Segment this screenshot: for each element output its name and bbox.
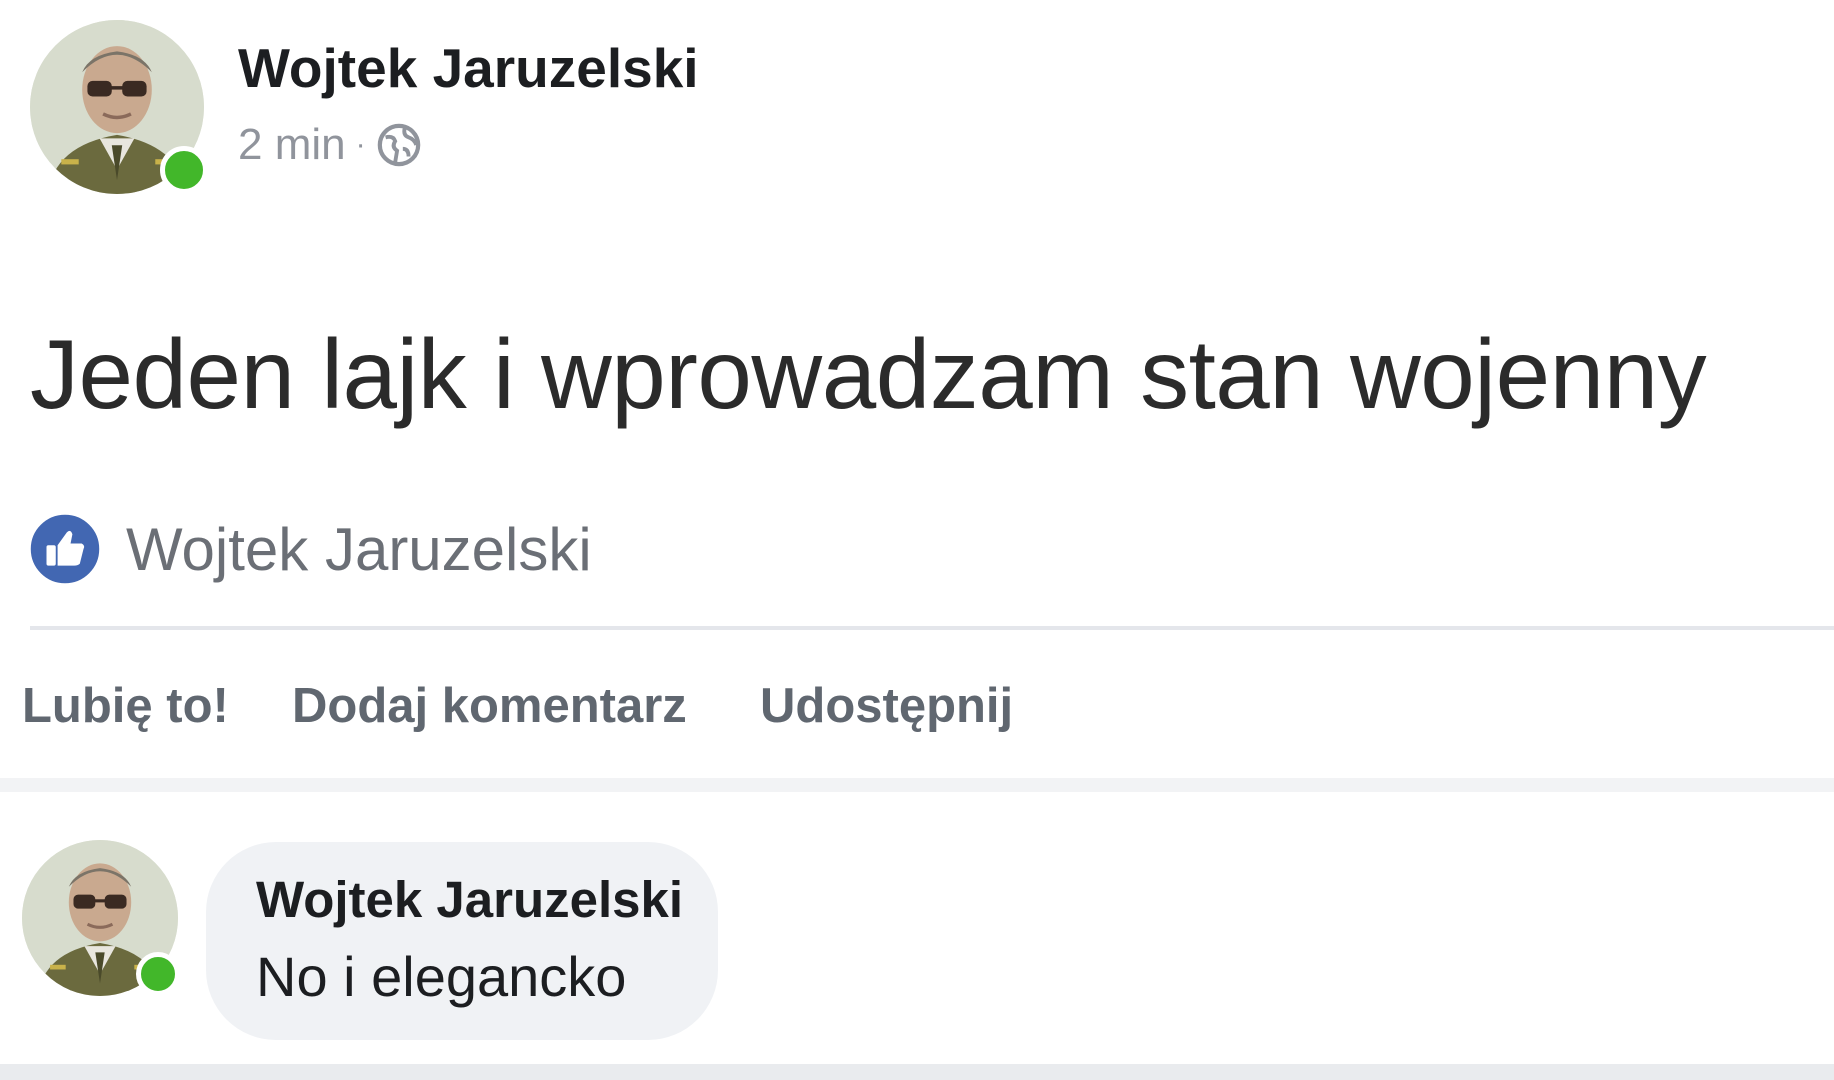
bottom-edge (0, 1064, 1834, 1080)
comment-text: No i elegancko (256, 945, 627, 1008)
divider (30, 626, 1834, 630)
post-author-name[interactable]: Wojtek Jaruzelski (238, 36, 699, 100)
post-timestamp[interactable]: 2 min (238, 120, 346, 170)
comment-bubble: Wojtek Jaruzelski No i elegancko (206, 842, 718, 1040)
post-meta: 2 min · (238, 120, 422, 170)
reactions-summary[interactable]: Wojtek Jaruzelski (28, 512, 592, 586)
post-text: Jeden lajk i wprowadzam stan wojenny (30, 319, 1707, 429)
section-separator (0, 778, 1834, 792)
comment-button[interactable]: Dodaj komentarz (292, 678, 687, 734)
online-status-dot (160, 146, 208, 194)
meta-separator: · (355, 128, 366, 161)
share-button[interactable]: Udostępnij (760, 678, 1013, 734)
commenter-online-dot (136, 952, 180, 996)
like-button[interactable]: Lubię to! (22, 678, 229, 734)
facebook-post: Wojtek Jaruzelski 2 min · Jeden lajk i w… (0, 0, 1834, 1080)
globe-icon[interactable] (376, 122, 422, 168)
reactions-liked-by[interactable]: Wojtek Jaruzelski (126, 515, 592, 584)
comment-author[interactable]: Wojtek Jaruzelski (256, 870, 683, 929)
thumbs-up-icon (28, 512, 102, 586)
